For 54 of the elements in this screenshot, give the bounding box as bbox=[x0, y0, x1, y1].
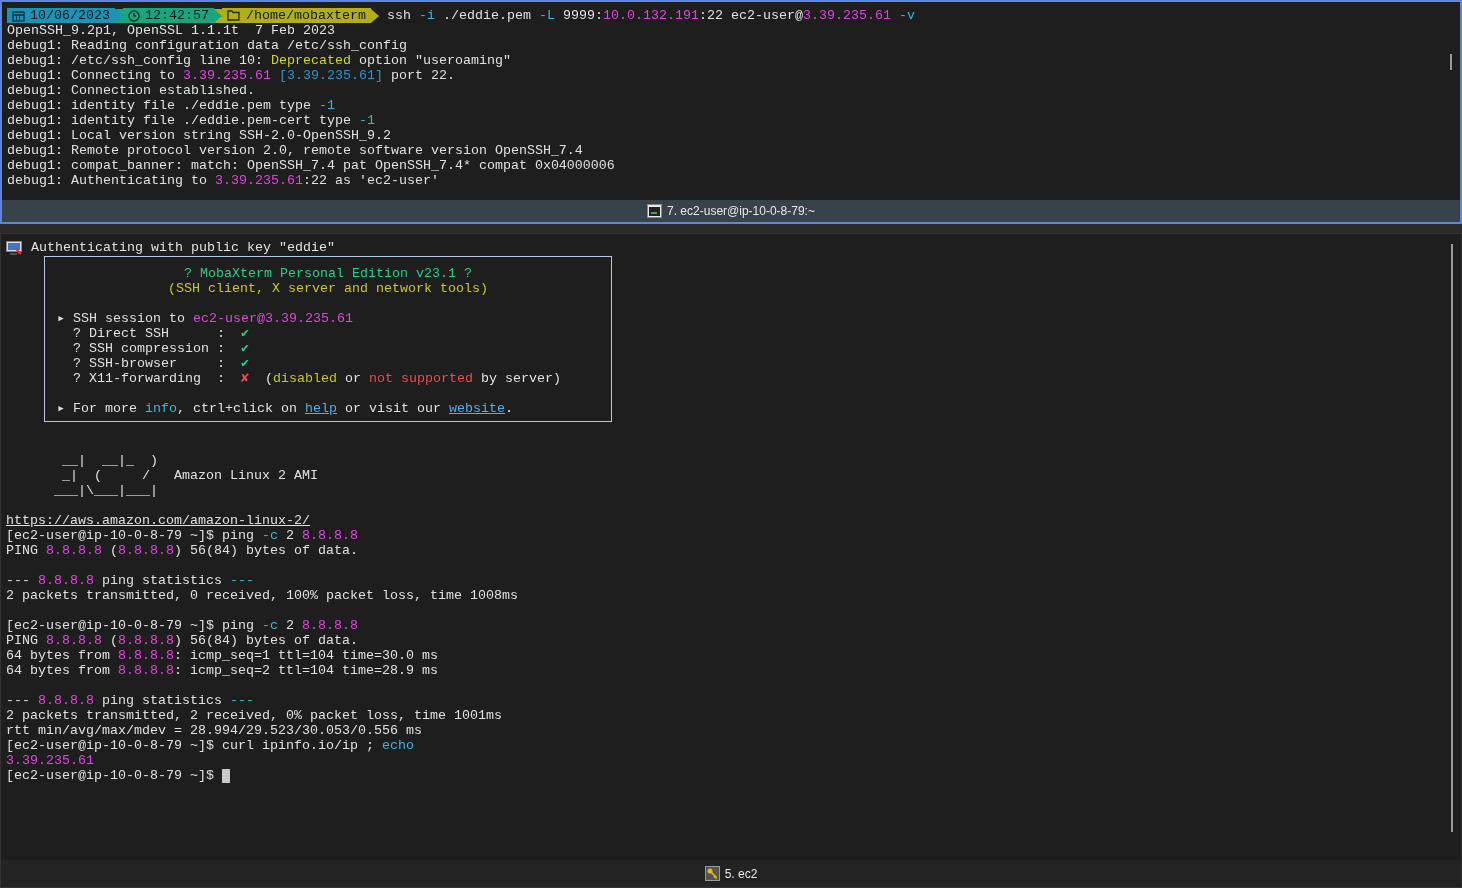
terminal-line: __| __|_ ) bbox=[61, 453, 158, 468]
terminal-line: --- 8.8.8.8 ping statistics --- bbox=[6, 693, 254, 708]
prompt-text: 10/06/2023 bbox=[30, 8, 110, 23]
terminal-line: ___|\___|___| bbox=[53, 483, 158, 498]
calendar-icon bbox=[12, 9, 25, 22]
pane-title: 5. ec2 bbox=[724, 865, 758, 883]
terminal-line: ? SSH-browser : ✔ bbox=[72, 356, 249, 371]
text-cursor bbox=[221, 768, 230, 783]
terminal-line: debug1: Connecting to 3.39.235.61 [3.39.235.61] port 22. bbox=[7, 68, 455, 83]
prompt-text: /home/mobaxterm bbox=[246, 8, 366, 23]
terminal-line: Authenticating with public key "eddie" bbox=[31, 240, 335, 255]
terminal-line: ? MobaXterm Personal Edition v23.1 ? bbox=[184, 266, 472, 281]
terminal-line: debug1: compat_banner: match: OpenSSH_7.4 pat OpenSSH_7.4* compat 0x04000006 bbox=[7, 158, 615, 173]
terminal-line: ▸ SSH session to ec2-user@3.39.235.61 bbox=[57, 311, 353, 326]
terminal-line: debug1: identity file ./eddie.pem-cert type -1 bbox=[7, 113, 375, 128]
terminal-line: debug1: identity file ./eddie.pem type -1 bbox=[7, 98, 335, 113]
terminal-line: debug1: Authenticating to 3.39.235.61:22 as 'ec2-user' bbox=[7, 173, 439, 188]
terminal-line: debug1: Remote protocol version 2.0, remote software version OpenSSH_7.4 bbox=[7, 143, 583, 158]
terminal-line: [ec2-user@ip-10-0-8-79 ~]$ curl ipinfo.io/ip ; echo bbox=[6, 738, 414, 753]
key-icon bbox=[704, 866, 720, 881]
terminal-line: ? Direct SSH : ✔ bbox=[72, 326, 249, 341]
prompt-text: 12:42:57 bbox=[145, 8, 209, 23]
clock-icon bbox=[128, 9, 140, 22]
terminal-line: PING 8.8.8.8 (8.8.8.8) 56(84) bytes of data. bbox=[6, 633, 358, 648]
terminal-line: [ec2-user@ip-10-0-8-79 ~]$ bbox=[6, 768, 215, 783]
terminal-line: debug1: Connection established. bbox=[7, 83, 255, 98]
terminal-line: 2 packets transmitted, 0 received, 100% packet loss, time 1008ms bbox=[6, 588, 518, 603]
pane-title: 7. ec2-user@ip-10-0-8-79:~ bbox=[667, 203, 815, 220]
terminal-line: [ec2-user@ip-10-0-8-79 ~]$ ping -c 2 8.8.8.8 bbox=[6, 618, 358, 633]
terminal-line: debug1: Reading configuration data /etc/ssh_config bbox=[7, 38, 407, 53]
terminal-line: [ec2-user@ip-10-0-8-79 ~]$ ping -c 2 8.8.8.8 bbox=[6, 528, 358, 543]
terminal-line: ? SSH compression : ✔ bbox=[72, 341, 249, 356]
terminal-line: PING 8.8.8.8 (8.8.8.8) 56(84) bytes of data. bbox=[6, 543, 358, 558]
terminal-line: OpenSSH_9.2p1, OpenSSL 1.1.1t 7 Feb 2023 bbox=[7, 23, 335, 38]
folder-icon bbox=[227, 10, 241, 21]
terminal-line: (SSH client, X server and network tools) bbox=[168, 281, 488, 296]
terminal-line: ssh -i ./eddie.pem -L 9999:10.0.132.191:22 ec2-user@3.39.235.61 -v bbox=[386, 8, 915, 23]
terminal-line: rtt min/avg/max/mdev = 28.994/29.523/30.053/0.556 ms bbox=[6, 723, 422, 738]
link[interactable]: website bbox=[449, 401, 505, 416]
terminal-line: debug1: Local version string SSH-2.0-OpenSSH_9.2 bbox=[7, 128, 391, 143]
terminal-line: 64 bytes from 8.8.8.8: icmp_seq=2 ttl=104 time=28.9 ms bbox=[6, 663, 438, 678]
link[interactable]: help bbox=[305, 401, 337, 416]
terminal-icon bbox=[647, 204, 663, 218]
terminal-line: _| ( / Amazon Linux 2 AMI bbox=[61, 468, 318, 483]
terminal-line: 3.39.235.61 bbox=[6, 753, 94, 768]
terminal-line: ? X11-forwarding : ✘ (disabled or not supported by server) bbox=[72, 371, 561, 386]
terminal-line: 2 packets transmitted, 2 received, 0% packet loss, time 1001ms bbox=[6, 708, 502, 723]
link[interactable]: https://aws.amazon.com/amazon-linux-2/ bbox=[6, 513, 310, 528]
monitor-icon bbox=[6, 240, 23, 255]
terminal-line: 64 bytes from 8.8.8.8: icmp_seq=1 ttl=104 time=30.0 ms bbox=[6, 648, 438, 663]
terminal-line: ▸ For more info, ctrl+click on help or visit our website. bbox=[57, 401, 513, 416]
terminal-line: debug1: /etc/ssh_config line 10: Deprecated option "useroaming" bbox=[7, 53, 511, 68]
scrollbar-thumb bbox=[1450, 54, 1452, 70]
terminal-line: --- 8.8.8.8 ping statistics --- bbox=[6, 573, 254, 588]
